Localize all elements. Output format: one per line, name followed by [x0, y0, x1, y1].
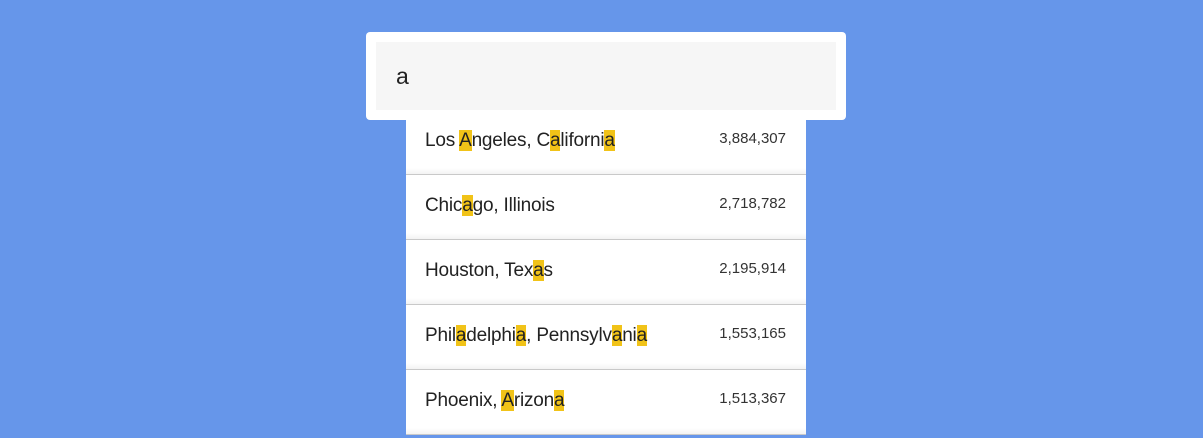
- search-panel: [366, 32, 846, 120]
- city-text: ni: [622, 325, 637, 346]
- city-name: Phoenix, Arizona: [425, 390, 565, 412]
- city-text: delphi: [466, 325, 516, 346]
- population-value: 1,513,367: [719, 390, 786, 407]
- city-text: Phil: [425, 325, 456, 346]
- city-text: Houston, Tex: [425, 260, 534, 281]
- city-text: go, Illinois: [472, 195, 555, 216]
- city-text: liforni: [560, 130, 605, 151]
- match-highlight: A: [501, 390, 514, 411]
- match-highlight: a: [462, 195, 473, 216]
- city-name: Houston, Texas: [425, 260, 553, 282]
- population-value: 1,553,165: [719, 325, 786, 342]
- match-highlight: a: [604, 130, 615, 151]
- city-name: Chicago, Illinois: [425, 195, 555, 217]
- city-text: rizon: [513, 390, 555, 411]
- population-value: 2,718,782: [719, 195, 786, 212]
- city-text: s: [543, 260, 554, 281]
- city-text: Phoenix,: [425, 390, 502, 411]
- population-value: 2,195,914: [719, 260, 786, 277]
- population-value: 3,884,307: [719, 130, 786, 147]
- match-highlight: a: [611, 325, 623, 346]
- city-name: Los Angeles, California: [425, 130, 615, 152]
- match-highlight: a: [515, 325, 527, 346]
- suggestions-list: Los Angeles, California 3,884,307 Chicag…: [406, 110, 806, 435]
- page-background: Los Angeles, California 3,884,307 Chicag…: [0, 0, 1203, 438]
- suggestion-item[interactable]: Houston, Texas 2,195,914: [406, 240, 806, 305]
- city-text: , Pennsylv: [526, 325, 612, 346]
- search-input[interactable]: [376, 42, 836, 110]
- city-text: Los: [425, 130, 460, 151]
- suggestion-item[interactable]: Chicago, Illinois 2,718,782: [406, 175, 806, 240]
- match-highlight: a: [533, 260, 544, 281]
- match-highlight: a: [550, 130, 561, 151]
- suggestion-item[interactable]: Phoenix, Arizona 1,513,367: [406, 370, 806, 435]
- suggestion-item[interactable]: Philadelphia, Pennsylvania 1,553,165: [406, 305, 806, 370]
- match-highlight: a: [455, 325, 467, 346]
- city-text: Chic: [425, 195, 463, 216]
- match-highlight: a: [636, 325, 647, 346]
- match-highlight: a: [554, 390, 565, 411]
- city-name: Philadelphia, Pennsylvania: [425, 325, 647, 347]
- match-highlight: A: [459, 130, 472, 151]
- city-text: ngeles, C: [471, 130, 551, 151]
